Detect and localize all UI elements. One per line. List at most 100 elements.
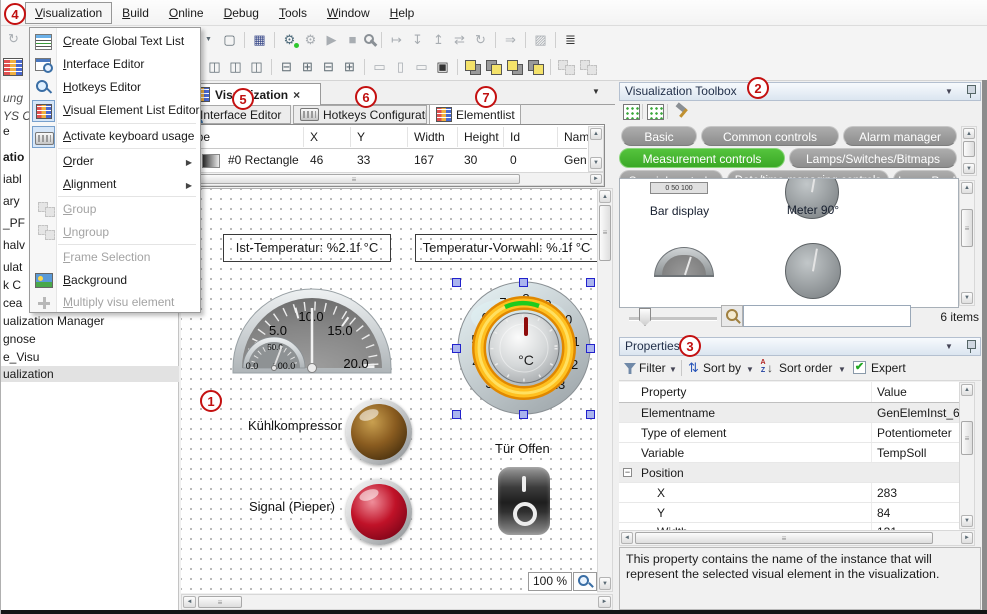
column-header-id[interactable]: Id: [504, 127, 558, 147]
tab-hotkeys-configuration[interactable]: Hotkeys Configuration: [293, 105, 427, 124]
scroll-right-icon[interactable]: ►: [598, 596, 611, 608]
canvas-vscrollbar[interactable]: ▲ ≡ ▼: [597, 188, 613, 592]
tree-item-visu[interactable]: e_Visu: [1, 349, 179, 365]
tab-elementlist[interactable]: Elementlist: [429, 104, 521, 125]
menu-item-background[interactable]: Background: [30, 269, 200, 292]
align-right-icon[interactable]: ◫: [227, 59, 244, 75]
potentiometer[interactable]: 3 4 5 6 7 8 9 10 11 12 13 °C: [449, 273, 597, 423]
category-scrollbar[interactable]: ▲ ▼: [961, 126, 977, 176]
column-header-name[interactable]: Name: [558, 127, 588, 147]
visualization-canvas[interactable]: Ist-Temperatur: %2.1f °C Temperatur-Vorw…: [181, 188, 597, 593]
menu-help[interactable]: Help: [380, 2, 425, 24]
slider-thumb[interactable]: [639, 308, 651, 326]
toolbox-grid2-icon[interactable]: [647, 104, 664, 120]
label-kuehlkompressor[interactable]: Kühlkompressor: [248, 418, 342, 433]
flow-control-icon[interactable]: ⇒: [502, 32, 519, 48]
column-header-width[interactable]: Width: [408, 127, 458, 147]
panel-menu-icon[interactable]: ▼: [945, 87, 953, 96]
same-size-icon[interactable]: ▭: [413, 59, 430, 75]
property-row-x[interactable]: X 283: [619, 483, 959, 503]
category-measurement-controls[interactable]: Measurement controls: [619, 148, 785, 168]
menu-window[interactable]: Window: [317, 2, 380, 24]
sort-by-button[interactable]: Sort by: [703, 361, 741, 375]
tree-item-visualization-manager[interactable]: ualization Manager: [1, 313, 179, 329]
category-basic[interactable]: Basic: [621, 126, 697, 146]
category-special-controls[interactable]: Special controls: [619, 170, 723, 178]
menu-build[interactable]: Build: [112, 2, 159, 24]
scroll-left-icon[interactable]: ◄: [183, 596, 196, 608]
watch-icon[interactable]: ▦: [251, 32, 268, 48]
selection-handle[interactable]: [452, 278, 461, 287]
property-group-position[interactable]: − Position: [619, 463, 959, 483]
menu-item-alignment[interactable]: Alignment ▶: [30, 173, 200, 196]
menu-item-group[interactable]: Group: [30, 198, 200, 221]
column-header-y[interactable]: Y: [351, 127, 408, 147]
scroll-th umb[interactable]: ≡: [961, 209, 973, 247]
scroll-down-icon[interactable]: ▼: [961, 292, 973, 304]
tree-item-visualization[interactable]: ualization: [1, 366, 179, 382]
step-into-icon[interactable]: ↧: [409, 32, 426, 48]
send-backward-icon[interactable]: [528, 60, 543, 74]
menu-item-frame-selection[interactable]: Frame Selection: [30, 246, 200, 269]
stop-icon[interactable]: ■: [344, 32, 361, 47]
toolbox-grid-icon[interactable]: [623, 104, 640, 120]
scroll-thumb[interactable]: ≡: [961, 421, 973, 455]
align-bottom-icon[interactable]: ⊟: [320, 59, 337, 75]
toolbox-hammer-icon[interactable]: [674, 103, 691, 118]
menu-online[interactable]: Online: [159, 2, 214, 24]
property-row-variable[interactable]: Variable TempSoll: [619, 443, 959, 463]
label-tuer-offen[interactable]: Tür Offen: [495, 441, 550, 456]
property-row-type-of-element[interactable]: Type of element Potentiometer: [619, 423, 959, 443]
filter-dropdown-icon[interactable]: ▼: [669, 365, 677, 374]
send-to-back-icon[interactable]: [486, 60, 501, 74]
selection-handle[interactable]: [519, 410, 528, 419]
pin-icon[interactable]: [967, 85, 976, 94]
menu-item-hotkeys-editor[interactable]: Hotkeys Editor: [30, 76, 200, 99]
start-icon[interactable]: ▶: [323, 32, 340, 48]
panel-menu-icon[interactable]: ▼: [945, 342, 953, 351]
property-row-width[interactable]: Width 131: [619, 523, 959, 530]
scroll-right-icon[interactable]: ►: [961, 532, 973, 544]
scroll-thumb[interactable]: ≡: [599, 205, 611, 261]
category-common-controls[interactable]: Common controls: [701, 126, 839, 146]
category-imagepool[interactable]: ImagePool: [893, 170, 957, 178]
watchlist-icon[interactable]: ≣: [562, 32, 579, 48]
scroll-up-icon[interactable]: ▲: [599, 190, 611, 203]
toolbox-items-scrollbar[interactable]: ▲ ≡ ▼: [959, 180, 975, 306]
pin-icon[interactable]: [967, 340, 976, 349]
properties-hscrollbar[interactable]: ◄ ≡ ►: [619, 530, 975, 546]
toggle-breakpoint-icon[interactable]: ⇄: [451, 32, 468, 48]
toolbox-panel-title[interactable]: Visualization Toolbox: [619, 82, 981, 101]
redo-stub-icon[interactable]: ↻: [5, 31, 22, 47]
textfield-ist-temperatur[interactable]: Ist-Temperatur: %2.1f °C: [223, 234, 391, 262]
group-icon[interactable]: [558, 60, 574, 74]
sort-order-dropdown-icon[interactable]: ▼: [838, 365, 846, 374]
menu-item-activate-keyboard-usage[interactable]: Activate keyboard usage: [30, 125, 200, 148]
table-hscrollbar[interactable]: ≡ ►: [185, 172, 604, 186]
distribute-icon[interactable]: ⊞: [341, 59, 358, 75]
lamp-kuehlkompressor[interactable]: [346, 399, 412, 465]
selection-handle[interactable]: [586, 278, 595, 287]
menu-item-interface-editor[interactable]: Interface Editor: [30, 53, 200, 76]
menu-tools[interactable]: Tools: [269, 2, 317, 24]
menu-item-visual-element-list-editor[interactable]: Visual Element List Editor: [30, 99, 200, 122]
small-meter-gauge[interactable]: 50.0 0.0 100.0: [241, 333, 307, 371]
scroll-down-icon[interactable]: ▼: [963, 163, 975, 174]
category-alarm-manager[interactable]: Alarm manager: [843, 126, 957, 146]
step-over-icon[interactable]: ↦: [388, 32, 405, 48]
filter-button[interactable]: Filter: [639, 361, 666, 375]
category-datetime-controls[interactable]: Date/time managing controls: [727, 170, 889, 178]
restart-icon[interactable]: ↻: [472, 32, 489, 48]
tree-item-diagnose[interactable]: gnose: [1, 331, 179, 347]
same-height-icon[interactable]: ▯: [392, 59, 409, 75]
property-row-y[interactable]: Y 84: [619, 503, 959, 523]
scroll-down-icon[interactable]: ▼: [599, 577, 611, 590]
sort-order-button[interactable]: Sort order: [779, 361, 832, 375]
scroll-up-icon[interactable]: ▲: [961, 384, 973, 396]
scroll-thumb[interactable]: ≡: [188, 174, 520, 184]
scroll-left-icon[interactable]: ◄: [621, 532, 633, 544]
align-edges-icon[interactable]: ◫: [248, 59, 265, 75]
sort-by-dropdown-icon[interactable]: ▼: [746, 365, 754, 374]
tab-list-dropdown-icon[interactable]: ▼: [592, 87, 600, 96]
scroll-down-icon[interactable]: ▼: [961, 515, 973, 527]
